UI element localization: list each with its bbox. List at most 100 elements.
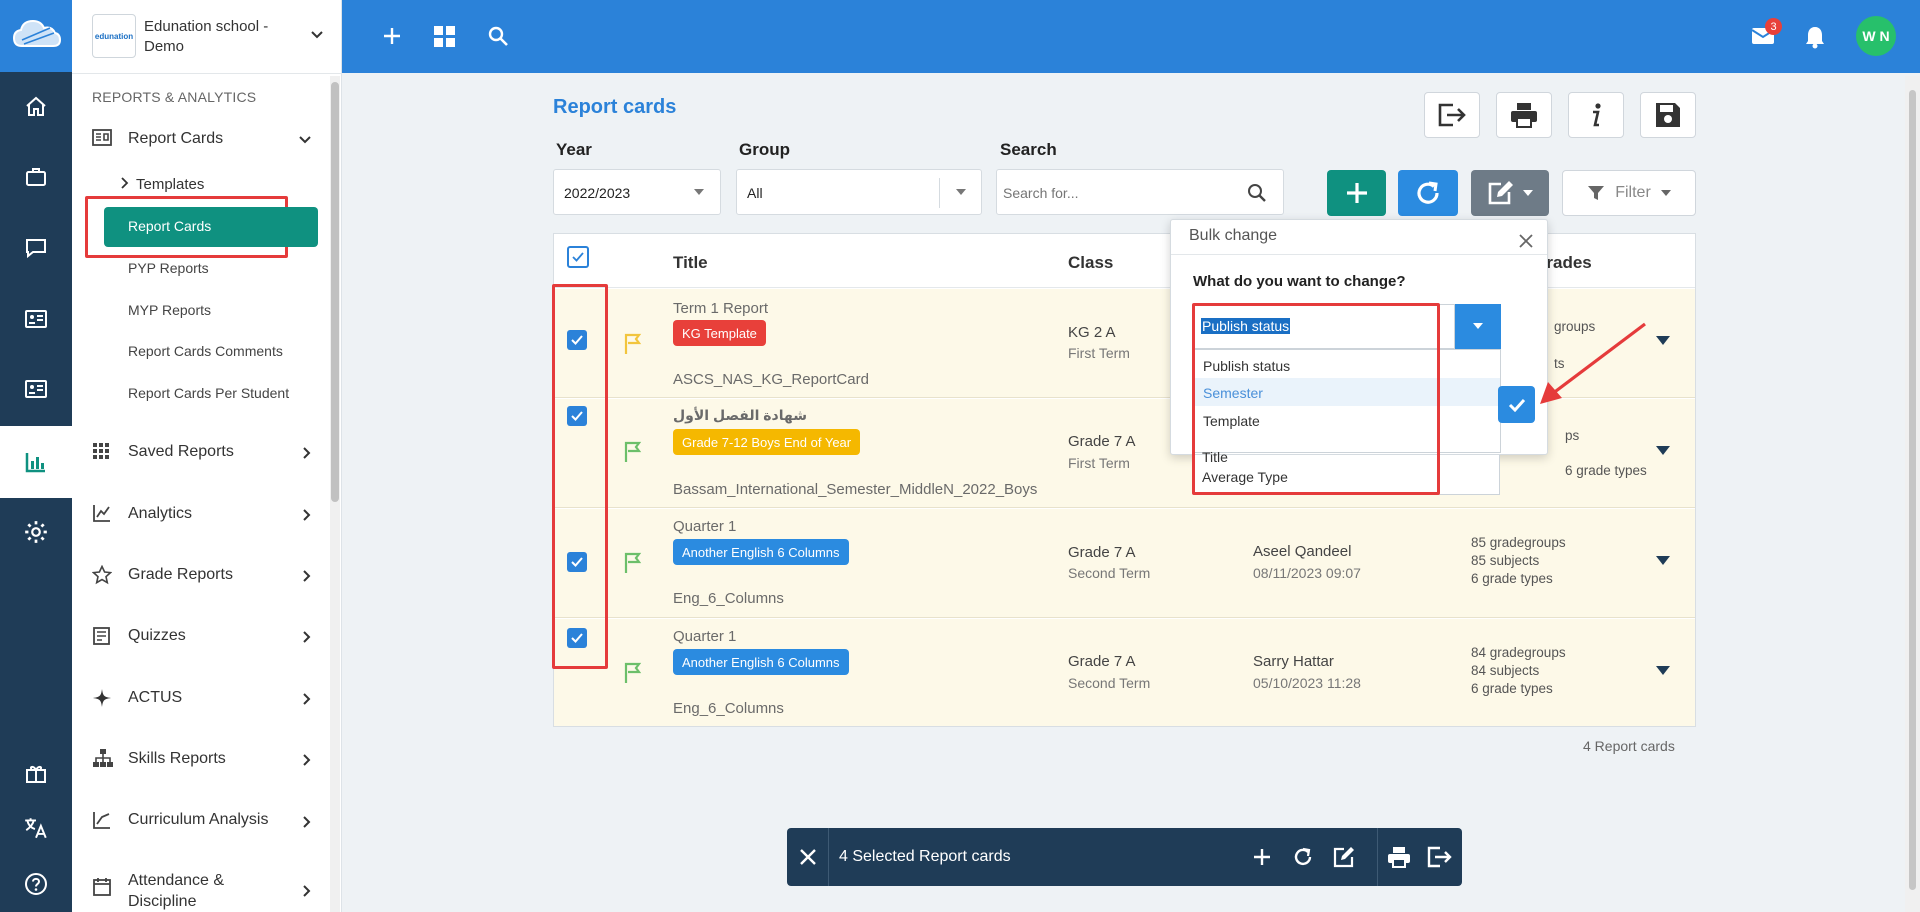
row-grade-groups: 85 gradegroups <box>1471 535 1566 550</box>
caret-down-icon <box>1660 189 1671 196</box>
row-grade-types: 6 grade types <box>1565 463 1647 478</box>
close-icon[interactable] <box>1518 233 1534 249</box>
refresh-icon[interactable] <box>1292 846 1314 868</box>
quiz-icon <box>93 627 110 645</box>
table-row[interactable]: Quarter 1 Another English 6 Columns Eng_… <box>554 619 1695 726</box>
hierarchy-icon <box>93 749 113 767</box>
bulk-edit-button[interactable] <box>1471 170 1549 216</box>
flag-icon <box>624 552 642 573</box>
edit-icon[interactable] <box>1333 846 1355 868</box>
row-expand-icon[interactable] <box>1656 666 1670 676</box>
col-class[interactable]: Class <box>1068 253 1113 273</box>
print-icon[interactable] <box>1387 846 1411 868</box>
nav-report-cards-comments[interactable]: Report Cards Comments <box>128 343 283 359</box>
school-name: Edunation school - Demo <box>144 18 269 55</box>
school-selector[interactable]: edunation Edunation school - Demo <box>72 0 342 74</box>
row-title: شهادة الفصل الأول <box>673 407 807 423</box>
search-input[interactable] <box>1003 182 1233 204</box>
table-row[interactable]: Quarter 1 Another English 6 Columns Eng_… <box>554 509 1695 618</box>
nav-grade-reports[interactable]: Grade Reports <box>128 566 233 584</box>
year-select[interactable]: 2022/2023 <box>553 169 721 215</box>
analytics-icon <box>93 505 110 522</box>
save-icon <box>1656 103 1680 127</box>
row-term: Second Term <box>1068 565 1151 581</box>
row-term: First Term <box>1068 455 1130 471</box>
nav-pyp-reports[interactable]: PYP Reports <box>128 260 209 276</box>
analytics-chart-icon[interactable] <box>20 446 52 478</box>
group-select[interactable]: All <box>736 169 982 215</box>
briefcase-icon[interactable] <box>20 161 52 193</box>
info-button[interactable] <box>1568 92 1624 138</box>
row-grade-groups: 84 gradegroups <box>1471 645 1566 660</box>
export-button[interactable] <box>1424 92 1480 138</box>
home-icon[interactable] <box>20 91 52 123</box>
nav-report-cards-per-student[interactable]: Report Cards Per Student <box>128 385 289 401</box>
nav-analytics[interactable]: Analytics <box>128 505 192 523</box>
id-card-icon[interactable] <box>20 303 52 335</box>
filter-button[interactable]: Filter <box>1562 170 1696 216</box>
row-subjects: 85 subjects <box>1471 553 1540 568</box>
nav-templates[interactable]: Templates <box>136 176 204 193</box>
help-icon[interactable] <box>20 868 52 900</box>
chevron-down-icon <box>299 136 311 144</box>
template-tag: Another English 6 Columns <box>673 649 849 675</box>
print-button[interactable] <box>1496 92 1552 138</box>
row-class: Grade 7 A <box>1068 653 1136 670</box>
select-toggle[interactable] <box>1455 304 1501 349</box>
chat-icon[interactable] <box>20 232 52 264</box>
search-icon[interactable] <box>488 26 509 47</box>
row-expand-icon[interactable] <box>1656 446 1670 456</box>
sparkle-icon <box>93 689 111 707</box>
report-cards-icon <box>92 129 112 146</box>
gear-icon[interactable] <box>20 516 52 548</box>
main-scrollbar[interactable] <box>1905 76 1920 912</box>
plus-icon[interactable] <box>382 26 402 46</box>
row-teacher: Aseel Qandeel <box>1253 543 1352 560</box>
calendar-icon <box>93 878 111 896</box>
report-card-icon[interactable] <box>20 373 52 405</box>
row-subjects: 84 subjects <box>1471 663 1540 678</box>
nav-saved-reports[interactable]: Saved Reports <box>128 443 234 461</box>
col-title[interactable]: Title <box>673 253 708 273</box>
search-icon <box>1248 184 1266 202</box>
row-date: 08/11/2023 09:07 <box>1253 565 1361 581</box>
template-tag: Another English 6 Columns <box>673 539 849 565</box>
row-title: Term 1 Report <box>673 300 769 317</box>
sidebar-scrollbar[interactable] <box>330 76 340 912</box>
line-chart-icon <box>93 812 110 829</box>
row-expand-icon[interactable] <box>1656 336 1670 346</box>
translate-icon[interactable] <box>20 812 52 844</box>
annotation-arrow-icon <box>1540 322 1646 404</box>
search-field[interactable] <box>996 169 1284 215</box>
flag-icon <box>624 333 642 354</box>
page-title: Report cards <box>553 96 677 118</box>
select-all-checkbox[interactable] <box>567 246 589 268</box>
nav-myp-reports[interactable]: MYP Reports <box>128 302 211 318</box>
save-button[interactable] <box>1640 92 1696 138</box>
row-template: Eng_6_Columns <box>673 590 784 607</box>
nav-curriculum-analysis[interactable]: Curriculum Analysis <box>128 811 268 829</box>
dashboard-grid-icon[interactable] <box>434 26 455 47</box>
app-logo[interactable] <box>0 0 72 72</box>
nav-skills-reports[interactable]: Skills Reports <box>128 750 226 768</box>
plus-icon[interactable] <box>1253 848 1271 866</box>
nav-actus[interactable]: ACTUS <box>128 689 182 707</box>
caret-down-icon <box>956 189 966 195</box>
caret-down-icon <box>694 189 704 195</box>
close-icon[interactable] <box>799 848 817 866</box>
row-title: Quarter 1 <box>673 518 737 535</box>
row-template: Eng_6_Columns <box>673 700 784 717</box>
dropdown-highlight-box <box>1192 303 1440 495</box>
add-button[interactable] <box>1327 170 1386 216</box>
nav-attendance-discipline[interactable]: Attendance & Discipline <box>128 870 268 912</box>
gift-icon[interactable] <box>20 757 52 789</box>
row-expand-icon[interactable] <box>1656 556 1670 566</box>
grid-icon <box>93 443 109 459</box>
export-icon[interactable] <box>1427 846 1453 868</box>
user-avatar[interactable]: W N <box>1856 16 1896 56</box>
row-class: Grade 7 A <box>1068 433 1136 450</box>
nav-report-cards[interactable]: Report Cards <box>128 130 223 148</box>
bell-icon[interactable] <box>1804 25 1826 49</box>
refresh-button[interactable] <box>1398 170 1458 216</box>
nav-quizzes[interactable]: Quizzes <box>128 627 186 645</box>
